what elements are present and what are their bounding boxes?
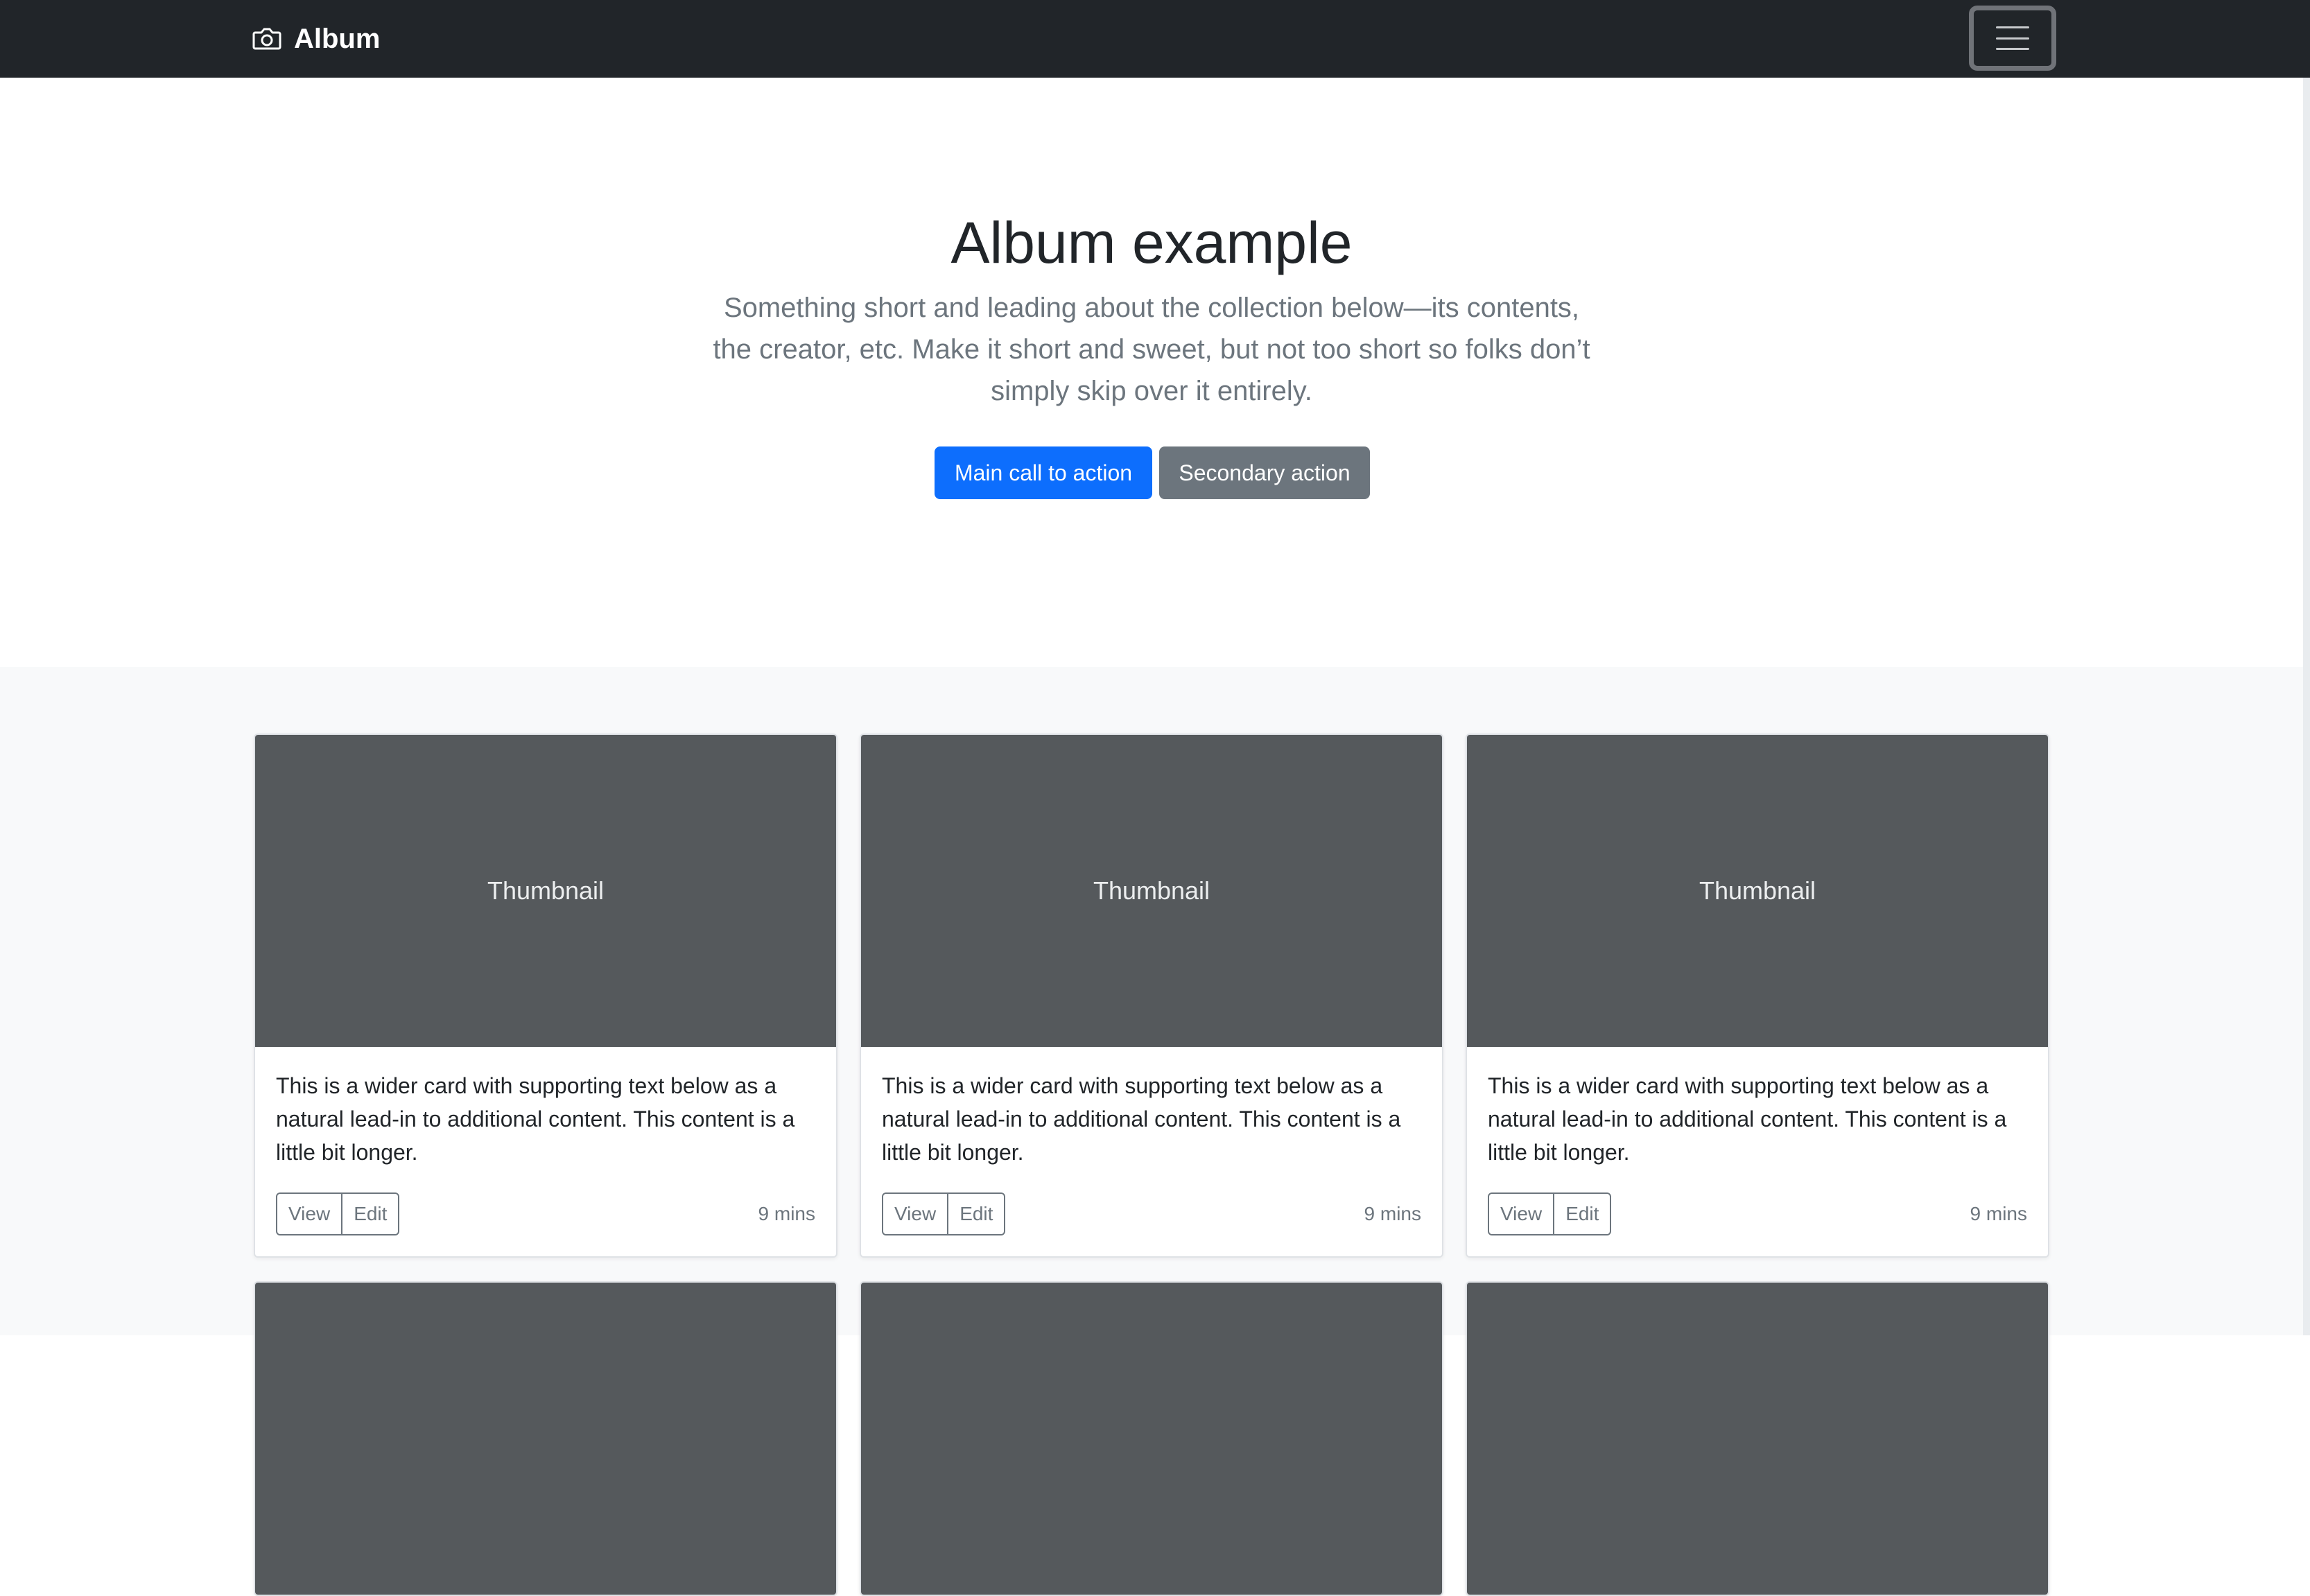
thumbnail-label: Thumbnail [1093, 876, 1210, 905]
main-call-to-action-button[interactable]: Main call to action [935, 446, 1152, 499]
secondary-action-button[interactable]: Secondary action [1159, 446, 1370, 499]
card-thumbnail: Thumbnail [1467, 735, 2048, 1047]
album-card [1466, 1281, 2049, 1596]
card-actions: View Edit 9 mins [276, 1192, 815, 1235]
card-time: 9 mins [1970, 1203, 2027, 1224]
card-thumbnail: Thumbnail [255, 735, 836, 1047]
album-card [254, 1281, 837, 1596]
card-actions: View Edit 9 mins [1488, 1192, 2027, 1235]
card-actions: View Edit 9 mins [882, 1192, 1421, 1235]
card-body: This is a wider card with supporting tex… [255, 1047, 836, 1256]
card-button-group: View Edit [276, 1192, 400, 1235]
card-thumbnail [861, 1283, 1442, 1595]
card-button-group: View Edit [882, 1192, 1006, 1235]
card-text: This is a wider card with supporting tex… [882, 1073, 1401, 1165]
hero-buttons: Main call to action Secondary action [935, 446, 1370, 499]
navbar: Album [0, 0, 2310, 78]
card-grid: Thumbnail This is a wider card with supp… [254, 734, 2049, 1596]
card-text: This is a wider card with supporting tex… [276, 1073, 795, 1165]
brand-link[interactable]: Album [252, 0, 380, 78]
thumbnail-label: Thumbnail [1699, 876, 1816, 905]
card-body: This is a wider card with supporting tex… [1467, 1047, 2048, 1256]
thumbnail-label: Thumbnail [487, 876, 605, 905]
card-thumbnail [1467, 1283, 2048, 1595]
view-button[interactable]: View [1488, 1192, 1555, 1235]
page-scrollbar[interactable] [2303, 78, 2310, 1335]
brand-text: Album [294, 23, 381, 54]
card-body: This is a wider card with supporting tex… [861, 1047, 1442, 1256]
view-button[interactable]: View [276, 1192, 343, 1235]
card-thumbnail [255, 1283, 836, 1595]
edit-button[interactable]: Edit [1553, 1192, 1612, 1235]
card-text: This is a wider card with supporting tex… [1488, 1073, 2007, 1165]
album-card: Thumbnail This is a wider card with supp… [860, 734, 1443, 1258]
card-button-group: View Edit [1488, 1192, 1612, 1235]
hamburger-icon [1996, 26, 2029, 50]
album-card: Thumbnail This is a wider card with supp… [254, 734, 837, 1258]
view-button[interactable]: View [882, 1192, 949, 1235]
hero-section: Album example Something short and leadin… [0, 78, 2310, 667]
card-time: 9 mins [758, 1203, 815, 1224]
edit-button[interactable]: Edit [341, 1192, 400, 1235]
album-card [860, 1281, 1443, 1596]
album-card: Thumbnail This is a wider card with supp… [1466, 734, 2049, 1258]
card-thumbnail: Thumbnail [861, 735, 1442, 1047]
page-title: Album example [950, 210, 1353, 275]
edit-button[interactable]: Edit [947, 1192, 1006, 1235]
hero-lead-text: Something short and leading about the co… [713, 293, 1590, 406]
camera-icon [252, 26, 281, 51]
album-section: Thumbnail This is a wider card with supp… [0, 667, 2303, 1596]
navbar-toggler-button[interactable] [1969, 6, 2056, 71]
card-time: 9 mins [1364, 1203, 1421, 1224]
